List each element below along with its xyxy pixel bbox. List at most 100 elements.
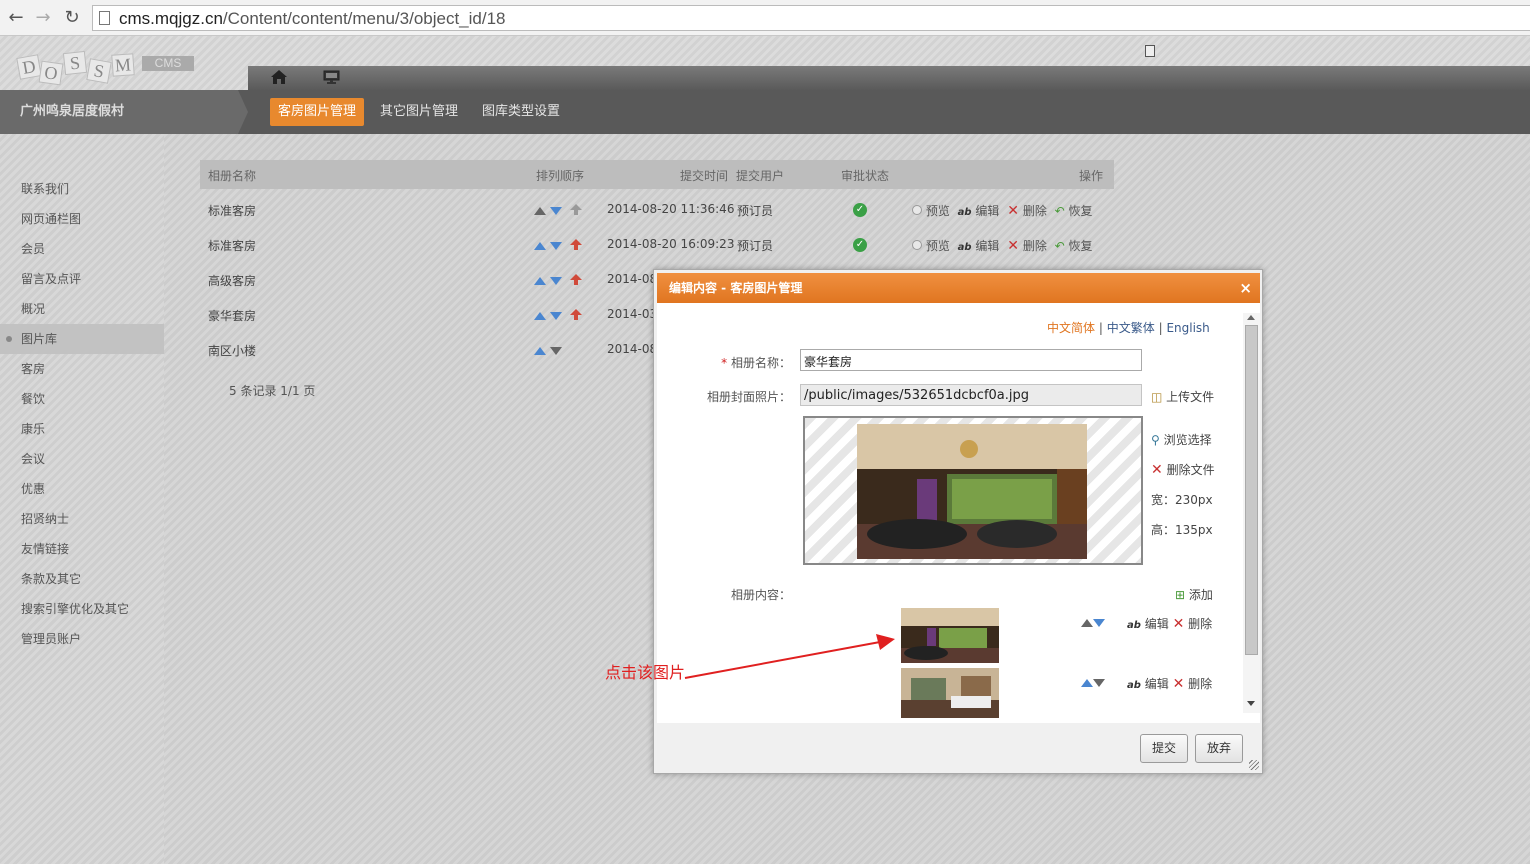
move-down-icon[interactable] (549, 207, 562, 215)
monitor-icon[interactable] (323, 70, 340, 84)
move-up-icon[interactable] (534, 277, 546, 285)
lang-english[interactable]: English (1166, 321, 1209, 335)
lang-simplified[interactable]: 中文简体 (1047, 321, 1095, 335)
tab-bar: 客房图片管理 其它图片管理 图库类型设置 (270, 98, 576, 126)
reload-icon[interactable]: ↻ (62, 7, 82, 29)
move-down-icon[interactable] (549, 347, 562, 355)
edit-link[interactable]: ab 编辑 (958, 239, 1000, 253)
move-down-icon[interactable] (549, 312, 562, 320)
sidebar-item-dining[interactable]: 餐饮 (0, 384, 164, 414)
col-status: 审批状态 (841, 169, 890, 183)
sidebar-item-careers[interactable]: 招贤纳士 (0, 504, 164, 534)
cover-photo[interactable] (857, 424, 1087, 559)
scroll-thumb[interactable] (1245, 325, 1258, 655)
approved-icon: ✓ (853, 238, 867, 252)
delete-icon: ✕ (1172, 616, 1185, 632)
move-down-icon[interactable] (1093, 679, 1105, 687)
search-icon: ⚲ (1151, 433, 1160, 447)
sidebar-item-admin[interactable]: 管理员账户 (0, 624, 164, 654)
address-bar[interactable]: cms.mqjgz.cn/Content/content/menu/3/obje… (92, 5, 1530, 31)
upload-icon: ◫ (1151, 390, 1163, 404)
sidebar-item-terms[interactable]: 条款及其它 (0, 564, 164, 594)
preview-link[interactable]: 预览 (912, 204, 950, 218)
icon-toolbar (248, 66, 1530, 90)
add-icon: ⊞ (1175, 588, 1186, 602)
move-down-icon[interactable] (549, 242, 562, 250)
table-header: 相册名称 排列顺序 提交时间 提交用户 审批状态 操作 (200, 160, 1114, 189)
col-order: 排列顺序 (536, 169, 585, 183)
album-item-photo[interactable] (901, 608, 999, 663)
sidebar-item-offers[interactable]: 优惠 (0, 474, 164, 504)
submit-button[interactable]: 提交 (1140, 734, 1188, 763)
annotation-text: 点击该图片 (605, 663, 686, 682)
sidebar-item-overview[interactable]: 概况 (0, 294, 164, 324)
move-down-icon[interactable] (1093, 619, 1105, 627)
move-down-icon[interactable] (549, 277, 562, 285)
item-delete-button[interactable]: ✕ 删除 (1173, 676, 1213, 692)
move-top-icon[interactable] (569, 239, 582, 250)
col-time: 提交时间 (680, 169, 729, 183)
preview-link[interactable]: 预览 (912, 239, 950, 253)
dialog-scrollbar[interactable] (1243, 313, 1260, 713)
resize-handle[interactable] (1249, 760, 1259, 770)
sidebar-item-meetings[interactable]: 会议 (0, 444, 164, 474)
table-row: 标准客房 2014-08-20 16:09:23 预订员 ✓ 预览 ab 编辑 … (208, 237, 1093, 254)
close-icon[interactable]: × (1239, 273, 1252, 303)
album-name-input[interactable]: 豪华套房 (800, 349, 1142, 371)
language-switch: 中文简体 | 中文繁体 | English (1047, 321, 1210, 335)
clipboard-icon[interactable] (1145, 45, 1155, 57)
restore-link[interactable]: ↶ 恢复 (1055, 204, 1093, 218)
sidebar-item-reviews[interactable]: 留言及点评 (0, 264, 164, 294)
restore-icon: ↶ (1054, 204, 1065, 218)
move-up-icon[interactable] (1081, 679, 1093, 687)
sidebar-item-rooms[interactable]: 客房 (0, 354, 164, 384)
sidebar-item-members[interactable]: 会员 (0, 234, 164, 264)
item-edit-button[interactable]: ab 编辑 (1127, 617, 1169, 631)
sidebar-item-contact[interactable]: 联系我们 (0, 174, 164, 204)
edit-icon: ab (957, 242, 972, 253)
cover-preview (803, 416, 1143, 565)
forward-icon[interactable]: → (33, 7, 53, 29)
sidebar-item-seo[interactable]: 搜索引擎优化及其它 (0, 594, 164, 624)
delete-link[interactable]: ✕ 删除 (1007, 203, 1047, 219)
home-icon[interactable] (270, 69, 288, 85)
item-delete-button[interactable]: ✕ 删除 (1172, 616, 1213, 632)
move-up-icon[interactable] (534, 207, 546, 215)
move-up-icon[interactable] (534, 242, 546, 250)
edit-link[interactable]: ab 编辑 (958, 204, 1000, 218)
browse-button[interactable]: ⚲ 浏览选择 (1151, 431, 1212, 448)
move-up-icon[interactable] (1081, 619, 1093, 627)
restore-link[interactable]: ↶ 恢复 (1055, 239, 1093, 253)
move-up-icon[interactable] (534, 312, 546, 320)
album-item-photo[interactable] (901, 668, 999, 718)
upload-file-button[interactable]: ◫ 上传文件 (1151, 388, 1214, 405)
cancel-button[interactable]: 放弃 (1195, 734, 1243, 763)
scroll-up-icon[interactable] (1247, 315, 1255, 320)
lang-traditional[interactable]: 中文繁体 (1107, 321, 1155, 335)
back-icon[interactable]: ← (6, 7, 26, 29)
sidebar-item-banner[interactable]: 网页通栏图 (0, 204, 164, 234)
delete-link[interactable]: ✕ 删除 (1007, 238, 1047, 254)
table-row: 标准客房 2014-08-20 11:36:46 预订员 ✓ 预览 ab 编辑 … (208, 202, 1093, 219)
col-ops: 操作 (1079, 169, 1104, 183)
add-button[interactable]: ⊞ 添加 (1175, 586, 1213, 603)
move-top-icon[interactable] (569, 309, 582, 320)
move-top-icon[interactable] (569, 204, 582, 215)
sidebar-item-gallery[interactable]: 图片库 (0, 324, 164, 354)
tab-gallery-types[interactable]: 图库类型设置 (474, 98, 568, 126)
delete-icon: ✕ (1151, 462, 1163, 478)
image-height: 高：135px (1151, 523, 1213, 537)
content-label: 相册内容： (730, 588, 791, 602)
sidebar-item-links[interactable]: 友情链接 (0, 534, 164, 564)
tab-other-images[interactable]: 其它图片管理 (372, 98, 466, 126)
move-top-icon[interactable] (569, 274, 582, 285)
sidebar-item-recreation[interactable]: 康乐 (0, 414, 164, 444)
item-edit-button[interactable]: ab 编辑 (1127, 677, 1169, 691)
scroll-down-icon[interactable] (1247, 701, 1255, 706)
dialog-title: 编辑内容 - 客房图片管理 × (657, 273, 1260, 303)
cover-path-input[interactable]: /public/images/532651dcbcf0a.jpg (800, 384, 1142, 406)
delete-file-button[interactable]: ✕ 删除文件 (1151, 461, 1215, 478)
sidebar: 联系我们 网页通栏图 会员 留言及点评 概况 图片库 客房 餐饮 康乐 会议 优… (0, 134, 164, 864)
tab-room-images[interactable]: 客房图片管理 (270, 98, 365, 126)
move-up-icon[interactable] (534, 347, 546, 355)
